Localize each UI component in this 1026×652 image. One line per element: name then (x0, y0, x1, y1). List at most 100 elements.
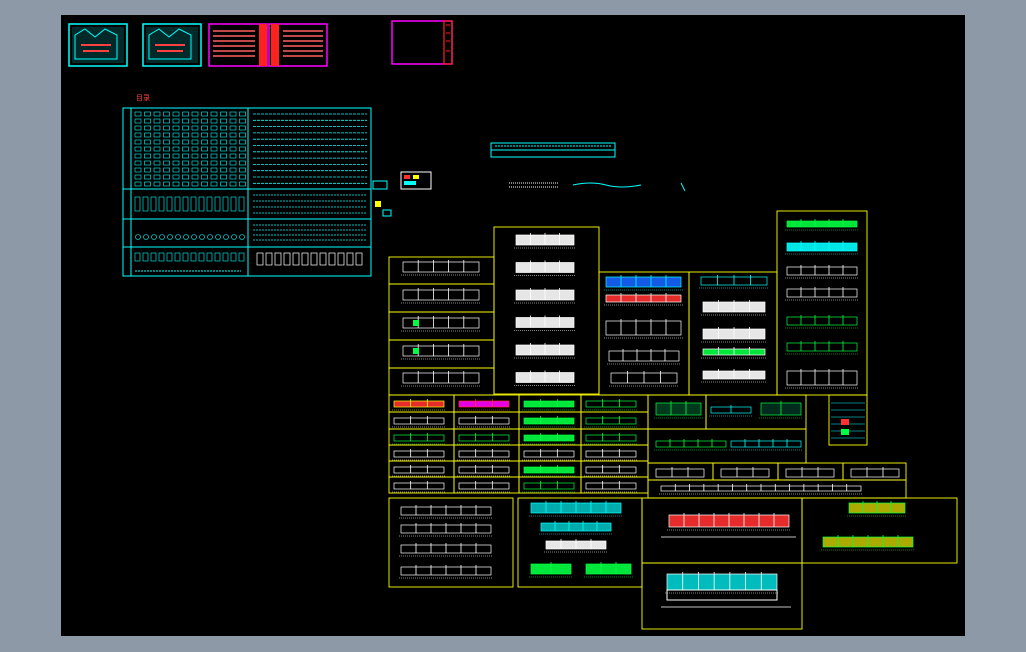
catalog-symbol (153, 167, 161, 173)
planting (413, 320, 419, 326)
catalog-symbol (191, 167, 199, 173)
catalog-symbol (153, 125, 161, 131)
elevation-sheet (388, 256, 495, 285)
fence-outline (720, 468, 770, 478)
catalog-symbol (153, 139, 161, 145)
catalog-symbol (163, 153, 170, 159)
fence-outline (458, 417, 510, 425)
catalog-symbol (163, 111, 170, 117)
catalog-symbol (153, 174, 161, 180)
catalog-symbol (172, 125, 180, 131)
catalog-symbol (135, 234, 141, 240)
catalog-symbol (134, 118, 142, 124)
catalog-panel (337, 252, 345, 266)
catalog-symbol (191, 118, 199, 124)
fence-outline (786, 288, 858, 298)
catalog-symbol (175, 234, 181, 240)
catalog-symbol (191, 181, 199, 187)
catalog-symbol (223, 234, 229, 240)
catalog-symbol (220, 181, 227, 187)
fence-outline (393, 450, 445, 458)
elevation-sheet (388, 283, 495, 313)
catalog-symbol (144, 139, 151, 145)
catalog-symbol (198, 252, 205, 262)
catalog-symbol (201, 146, 208, 152)
catalog-symbol (144, 174, 151, 180)
catalog-symbol (166, 252, 173, 262)
elevation-sheet (518, 476, 582, 494)
fence-outline (402, 372, 480, 384)
fence-outline (458, 450, 510, 458)
catalog-panel (292, 252, 300, 266)
catalog-symbol (150, 252, 157, 262)
catalog-symbol (220, 153, 227, 159)
catalog-symbol (238, 196, 245, 212)
catalog-symbol (172, 160, 180, 166)
catalog-symbol (182, 125, 189, 131)
fence-fill (586, 564, 631, 574)
catalog-panel (319, 252, 327, 266)
fence-outline (585, 400, 637, 408)
ground-section (666, 589, 778, 601)
catalog-symbol (163, 174, 170, 180)
catalog-symbol (158, 252, 165, 262)
catalog-symbol (182, 146, 189, 152)
catalog-symbol (134, 252, 141, 262)
catalog-symbol (201, 160, 208, 166)
catalog-symbol (191, 153, 199, 159)
catalog-symbol (210, 118, 218, 124)
catalog-symbol (172, 153, 180, 159)
elevation-sheet (641, 562, 803, 630)
catalog-panel (265, 252, 273, 266)
catalog-symbol (239, 160, 246, 166)
catalog-symbol (182, 118, 189, 124)
symbol-catalog-sheet[interactable] (122, 107, 372, 277)
table-mark (841, 419, 849, 425)
catalog-panel (301, 252, 309, 266)
fence-outline (523, 482, 575, 490)
catalog-symbol (191, 146, 199, 152)
catalog-symbol (182, 111, 189, 117)
catalog-symbol (163, 125, 170, 131)
catalog-symbol (134, 167, 142, 173)
catalog-symbol (134, 132, 142, 138)
elevation-sheet (647, 428, 807, 464)
cad-model-space[interactable]: 目录 (61, 15, 965, 636)
catalog-symbol (190, 252, 197, 262)
catalog-symbol (153, 181, 161, 187)
catalog-symbol (182, 132, 189, 138)
catalog-symbol (144, 125, 151, 131)
catalog-symbol (166, 196, 173, 212)
catalog-symbol (172, 118, 180, 124)
catalog-symbol (230, 196, 237, 212)
elevation-sheet (580, 411, 649, 430)
catalog-symbol (239, 139, 246, 145)
catalog-symbol (229, 132, 237, 138)
catalog-symbol (174, 196, 181, 212)
catalog-symbol (182, 160, 189, 166)
fence-outline (786, 370, 858, 386)
catalog-symbol (210, 167, 218, 173)
fence-outline (786, 266, 858, 276)
fence-outline (786, 342, 858, 352)
catalog-symbol (153, 132, 161, 138)
catalog-symbol (144, 160, 151, 166)
catalog-tag: 目录 (136, 94, 150, 102)
catalog-symbol (210, 132, 218, 138)
elevation-sheet (580, 394, 649, 413)
elevation-sheets[interactable] (388, 210, 958, 630)
catalog-symbol (222, 252, 229, 262)
catalog-symbol (239, 234, 245, 240)
catalog-symbol (190, 196, 197, 212)
cad-drawing-canvas[interactable]: 目录 (61, 15, 965, 636)
fence-outline (585, 434, 637, 442)
elevation-sheet (712, 462, 779, 481)
catalog-symbol (191, 139, 199, 145)
fence-fill (524, 418, 574, 424)
catalog-symbol (220, 111, 227, 117)
fence-fill (667, 574, 777, 590)
thumbnail-sheets (68, 20, 453, 67)
catalog-symbol (134, 160, 142, 166)
fence-outline (655, 468, 705, 478)
catalog-symbol (191, 111, 199, 117)
